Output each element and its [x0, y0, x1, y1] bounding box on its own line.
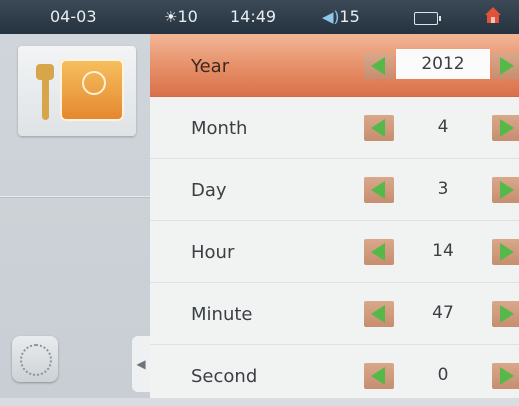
clock-label: 14:49	[230, 7, 277, 26]
time-settings-list: Year 2012 Month 4 Day 3 Hour 14 Minute 4…	[150, 34, 519, 398]
row-value: 2012	[396, 49, 490, 79]
weather-indicator: ☀10	[164, 7, 198, 26]
increment-minute-button[interactable]	[492, 301, 519, 327]
chevron-left-icon: ◀	[136, 357, 146, 371]
row-value: 0	[437, 365, 449, 385]
dial-icon	[82, 71, 106, 95]
decrement-year-button[interactable]	[364, 53, 394, 79]
row-value: 14	[432, 241, 454, 261]
sidebar-divider	[0, 196, 150, 197]
increment-hour-button[interactable]	[492, 239, 519, 265]
battery-indicator	[414, 10, 441, 29]
globe-icon	[20, 344, 52, 376]
settings-tools-tile[interactable]	[18, 46, 136, 136]
increment-day-button[interactable]	[492, 177, 519, 203]
status-bar: 04-03 ☀10 14:49 ◀)15	[0, 0, 519, 34]
wrench-icon	[36, 64, 54, 122]
row-label: Day	[191, 180, 227, 201]
speaker-icon: ◀)	[322, 8, 340, 26]
increment-month-button[interactable]	[492, 115, 519, 141]
row-value: 47	[432, 303, 454, 323]
date-label: 04-03	[50, 7, 97, 26]
row-second[interactable]: Second 0	[150, 344, 519, 406]
row-minute[interactable]: Minute 47	[150, 282, 519, 345]
settings-tools-icon	[60, 59, 124, 121]
sun-icon: ☀	[164, 8, 178, 26]
home-button[interactable]	[484, 6, 502, 28]
home-icon	[485, 7, 501, 23]
increment-second-button[interactable]	[492, 363, 519, 389]
volume-value: 15	[339, 7, 360, 26]
globe-button[interactable]	[12, 336, 58, 382]
row-label: Second	[191, 366, 258, 387]
increment-year-button[interactable]	[492, 53, 519, 79]
sidebar: ◀	[0, 34, 150, 398]
row-hour[interactable]: Hour 14	[150, 220, 519, 283]
battery-icon	[414, 12, 441, 25]
row-label: Month	[191, 118, 248, 139]
decrement-month-button[interactable]	[364, 115, 394, 141]
row-year[interactable]: Year 2012	[150, 34, 519, 97]
decrement-second-button[interactable]	[364, 363, 394, 389]
volume-indicator[interactable]: ◀)15	[322, 7, 360, 26]
row-value: 3	[437, 179, 449, 199]
temperature-value: 10	[177, 7, 198, 26]
collapse-sidebar-button[interactable]: ◀	[132, 336, 150, 392]
decrement-hour-button[interactable]	[364, 239, 394, 265]
decrement-day-button[interactable]	[364, 177, 394, 203]
row-month[interactable]: Month 4	[150, 96, 519, 159]
row-label: Year	[191, 56, 230, 77]
decrement-minute-button[interactable]	[364, 301, 394, 327]
row-label: Hour	[191, 242, 235, 263]
row-day[interactable]: Day 3	[150, 158, 519, 221]
row-label: Minute	[191, 304, 253, 325]
row-value: 4	[437, 117, 449, 137]
